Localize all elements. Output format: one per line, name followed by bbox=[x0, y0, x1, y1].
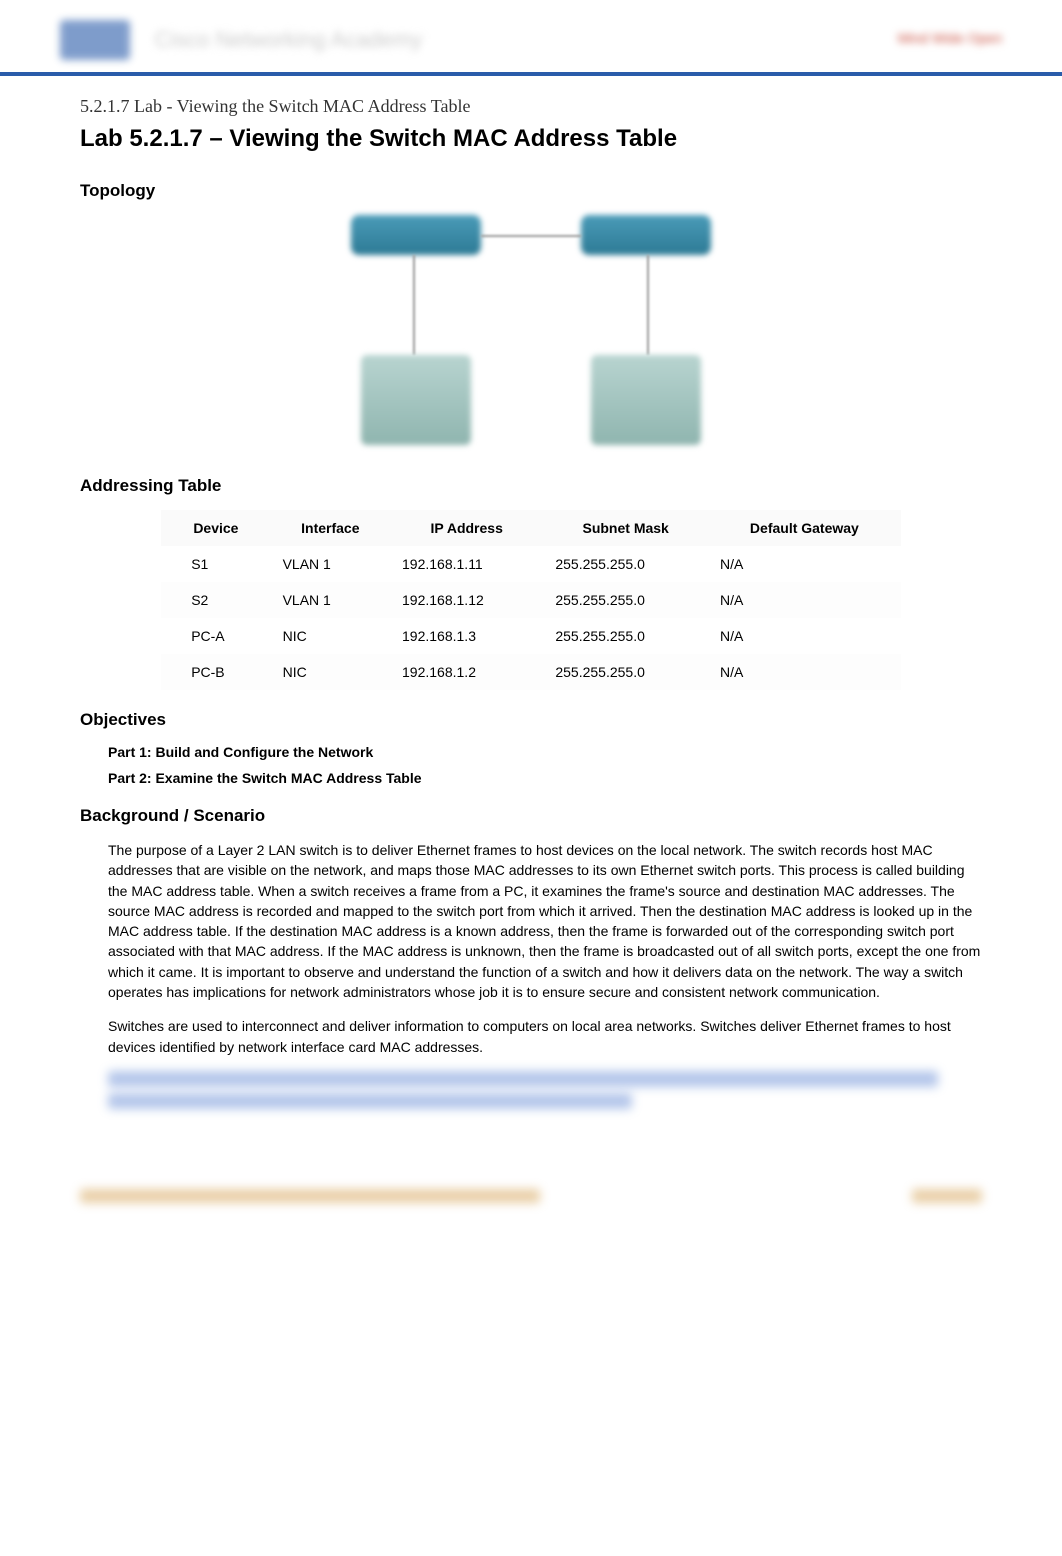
th-default-gateway: Default Gateway bbox=[708, 510, 901, 546]
table-row: PC-B NIC 192.168.1.2 255.255.255.0 N/A bbox=[161, 654, 901, 690]
cell-mask: 255.255.255.0 bbox=[543, 546, 708, 582]
link-line bbox=[413, 255, 415, 355]
section-topology-heading: Topology bbox=[80, 181, 982, 201]
section-objectives-heading: Objectives bbox=[80, 710, 982, 730]
switch-s1-icon bbox=[351, 215, 481, 255]
cell-gateway: N/A bbox=[708, 546, 901, 582]
table-row: S2 VLAN 1 192.168.1.12 255.255.255.0 N/A bbox=[161, 582, 901, 618]
cell-ip: 192.168.1.3 bbox=[390, 618, 543, 654]
cisco-logo bbox=[60, 20, 130, 60]
blurred-line bbox=[108, 1093, 632, 1109]
breadcrumb: 5.2.1.7 Lab - Viewing the Switch MAC Add… bbox=[80, 96, 982, 117]
cell-interface: NIC bbox=[271, 618, 390, 654]
pc-b-icon bbox=[591, 355, 701, 445]
th-device: Device bbox=[161, 510, 270, 546]
page-title: Lab 5.2.1.7 – Viewing the Switch MAC Add… bbox=[80, 125, 982, 153]
cell-ip: 192.168.1.12 bbox=[390, 582, 543, 618]
background-text: The purpose of a Layer 2 LAN switch is t… bbox=[108, 840, 982, 1057]
th-interface: Interface bbox=[271, 510, 390, 546]
background-para2: Switches are used to interconnect and de… bbox=[108, 1016, 982, 1057]
table-row: PC-A NIC 192.168.1.3 255.255.255.0 N/A bbox=[161, 618, 901, 654]
objective-part1: Part 1: Build and Configure the Network bbox=[108, 744, 982, 760]
topology-diagram bbox=[80, 215, 982, 450]
footer-copyright bbox=[80, 1189, 540, 1203]
document-content: 5.2.1.7 Lab - Viewing the Switch MAC Add… bbox=[0, 76, 1062, 1109]
addressing-table: Device Interface IP Address Subnet Mask … bbox=[161, 510, 901, 690]
cell-interface: VLAN 1 bbox=[271, 582, 390, 618]
cell-ip: 192.168.1.11 bbox=[390, 546, 543, 582]
table-row: S1 VLAN 1 192.168.1.11 255.255.255.0 N/A bbox=[161, 546, 901, 582]
document-header: Cisco Networking Academy Mind Wide Open bbox=[0, 0, 1062, 76]
blurred-content bbox=[108, 1071, 982, 1109]
cell-ip: 192.168.1.2 bbox=[390, 654, 543, 690]
footer-page-number bbox=[912, 1189, 982, 1203]
section-background-heading: Background / Scenario bbox=[80, 806, 982, 826]
cell-interface: NIC bbox=[271, 654, 390, 690]
cell-device: PC-B bbox=[161, 654, 270, 690]
th-ip-address: IP Address bbox=[390, 510, 543, 546]
pc-a-icon bbox=[361, 355, 471, 445]
table-header-row: Device Interface IP Address Subnet Mask … bbox=[161, 510, 901, 546]
cell-gateway: N/A bbox=[708, 654, 901, 690]
cell-gateway: N/A bbox=[708, 582, 901, 618]
blurred-line bbox=[108, 1071, 938, 1087]
background-para1: The purpose of a Layer 2 LAN switch is t… bbox=[108, 840, 982, 1002]
cell-mask: 255.255.255.0 bbox=[543, 618, 708, 654]
section-addressing-heading: Addressing Table bbox=[80, 476, 982, 496]
cell-mask: 255.255.255.0 bbox=[543, 654, 708, 690]
th-subnet-mask: Subnet Mask bbox=[543, 510, 708, 546]
header-right-text: Mind Wide Open bbox=[898, 30, 1002, 46]
link-line bbox=[481, 235, 581, 237]
objective-part2: Part 2: Examine the Switch MAC Address T… bbox=[108, 770, 982, 786]
cell-gateway: N/A bbox=[708, 618, 901, 654]
academy-title: Cisco Networking Academy bbox=[154, 27, 422, 53]
cell-device: PC-A bbox=[161, 618, 270, 654]
document-footer bbox=[0, 1189, 1062, 1203]
switch-s2-icon bbox=[581, 215, 711, 255]
cell-mask: 255.255.255.0 bbox=[543, 582, 708, 618]
cell-device: S1 bbox=[161, 546, 270, 582]
objectives-list: Part 1: Build and Configure the Network … bbox=[108, 744, 982, 786]
link-line bbox=[647, 255, 649, 355]
cell-interface: VLAN 1 bbox=[271, 546, 390, 582]
cell-device: S2 bbox=[161, 582, 270, 618]
